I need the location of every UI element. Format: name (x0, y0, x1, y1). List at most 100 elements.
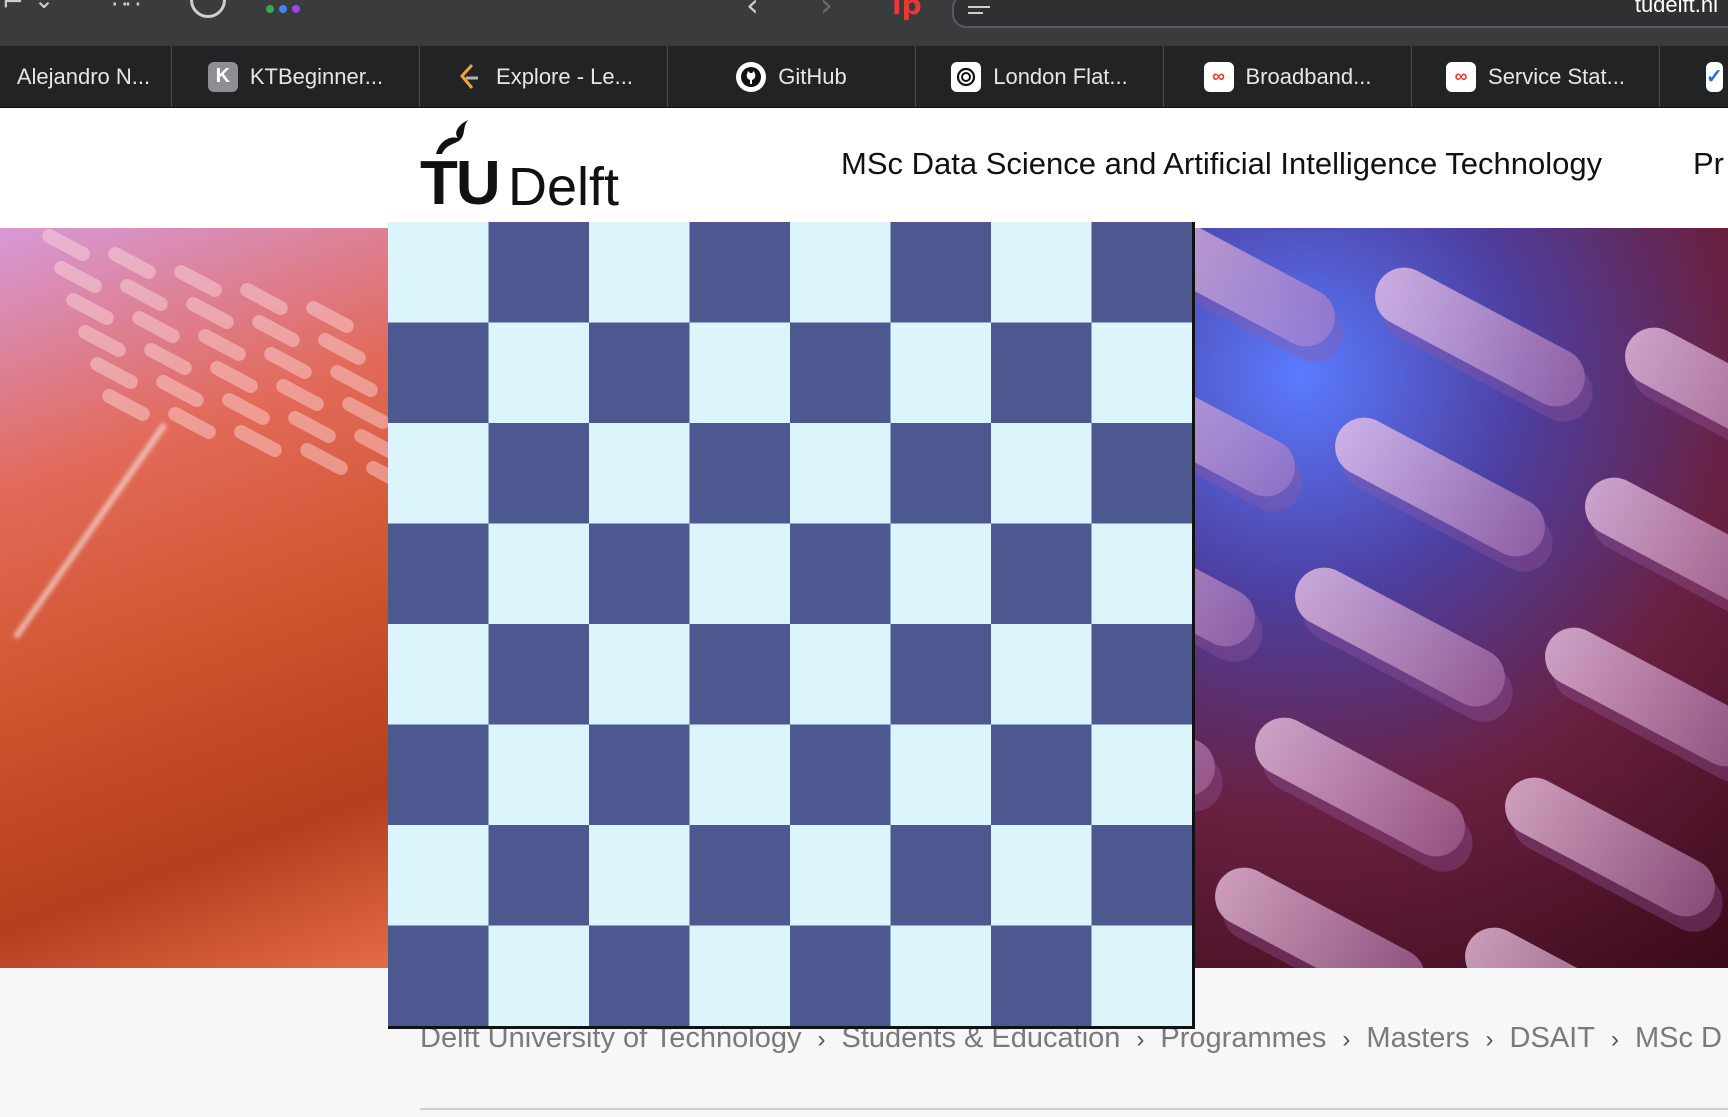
github-icon (736, 61, 767, 92)
menu-lines-icon[interactable] (968, 6, 990, 18)
board-square[interactable] (991, 322, 1092, 424)
bookmark-label: Alejandro N... (16, 63, 151, 89)
bookmark-service-status[interactable]: ∞ Service Stat... (1412, 46, 1660, 107)
bookmark-explore[interactable]: Explore - Le... (420, 46, 668, 107)
board-square[interactable] (388, 925, 489, 1027)
chevron-right-icon: › (1485, 1026, 1494, 1053)
board-square[interactable] (488, 423, 590, 524)
address-bar[interactable]: tudelft.nl (952, 0, 1728, 28)
board-square[interactable] (790, 724, 891, 826)
light-streak (12, 422, 168, 640)
k-icon: K (207, 61, 238, 92)
board-square[interactable] (689, 523, 791, 625)
pattern-bar (1284, 557, 1516, 717)
board-square[interactable] (1091, 523, 1193, 625)
board-square[interactable] (689, 222, 791, 323)
apps-grid-icon[interactable]: ∷∷ (112, 0, 141, 14)
bookmark-ktbeginner[interactable]: K KTBeginner... (172, 46, 420, 107)
board-square[interactable] (388, 322, 489, 424)
bookmark-broadband[interactable]: ∞ Broadband... (1164, 46, 1412, 107)
pattern-bar (1195, 347, 1306, 507)
bookmark-alejandro[interactable]: Alejandro N... (0, 46, 172, 107)
bookmark-overflow[interactable]: ✓ (1660, 46, 1728, 107)
board-square[interactable] (790, 423, 891, 524)
board-square[interactable] (991, 825, 1092, 926)
board-square[interactable] (689, 825, 791, 926)
board-square[interactable] (890, 523, 992, 625)
board-square[interactable] (1091, 222, 1193, 323)
bookmark-label: London Flat... (993, 63, 1128, 89)
pattern-dot (273, 376, 327, 414)
chevron-right-icon: › (1136, 1026, 1145, 1053)
board-square[interactable] (388, 724, 489, 826)
board-square[interactable] (689, 624, 791, 725)
board-square[interactable] (1091, 624, 1193, 725)
programme-title-link[interactable]: MSc Data Science and Artificial Intellig… (841, 146, 1602, 182)
board-square[interactable] (890, 724, 992, 826)
bookmark-github[interactable]: GitHub (668, 46, 916, 107)
board-square[interactable] (790, 925, 891, 1027)
board-square[interactable] (790, 222, 891, 323)
board-square[interactable] (388, 523, 489, 625)
breadcrumb-item[interactable]: DSAIT (1510, 1022, 1595, 1054)
board-square[interactable] (1091, 322, 1193, 424)
board-square[interactable] (388, 222, 489, 323)
board-square[interactable] (890, 624, 992, 725)
board-square[interactable] (388, 624, 489, 725)
board-square[interactable] (488, 222, 590, 323)
board-square[interactable] (589, 925, 690, 1027)
logo-delft: Delft (508, 157, 620, 217)
board-square[interactable] (589, 222, 690, 323)
board-square[interactable] (1091, 825, 1193, 926)
extension-icon[interactable]: ip (892, 0, 922, 21)
board-square[interactable] (1091, 925, 1193, 1027)
board-square[interactable] (589, 523, 690, 625)
chevron-right-icon: › (1610, 1026, 1619, 1053)
board-square[interactable] (589, 624, 690, 725)
board-square[interactable] (388, 423, 489, 524)
board-square[interactable] (890, 222, 992, 323)
board-square[interactable] (488, 322, 590, 424)
chevron-down-icon[interactable]: ⌄ (34, 0, 54, 14)
back-arrow-icon[interactable]: ‹ (746, 0, 759, 24)
forward-arrow-icon[interactable]: › (820, 0, 833, 24)
board-square[interactable] (589, 825, 690, 926)
chessboard[interactable] (388, 222, 1195, 1029)
board-square[interactable] (589, 322, 690, 424)
board-square[interactable] (488, 724, 590, 826)
board-square[interactable] (790, 322, 891, 424)
nav-item-truncated[interactable]: Pr (1693, 146, 1724, 182)
board-square[interactable] (689, 925, 791, 1027)
board-square[interactable] (890, 925, 992, 1027)
board-square[interactable] (689, 724, 791, 826)
board-square[interactable] (991, 222, 1092, 323)
board-square[interactable] (991, 925, 1092, 1027)
board-square[interactable] (488, 523, 590, 625)
board-square[interactable] (488, 624, 590, 725)
board-square[interactable] (790, 523, 891, 625)
board-square[interactable] (388, 825, 489, 926)
board-square[interactable] (890, 825, 992, 926)
board-square[interactable] (890, 423, 992, 524)
board-square[interactable] (991, 624, 1092, 725)
board-square[interactable] (689, 423, 791, 524)
circle-icon[interactable] (190, 0, 226, 18)
board-square[interactable] (790, 624, 891, 725)
board-square[interactable] (991, 423, 1092, 524)
board-square[interactable] (589, 724, 690, 826)
breadcrumb-item[interactable]: Masters (1366, 1022, 1469, 1054)
board-square[interactable] (488, 825, 590, 926)
board-square[interactable] (589, 423, 690, 524)
board-square[interactable] (991, 523, 1092, 625)
sidebar-toggle-icon[interactable]: ⌐ (2, 0, 24, 18)
bookmark-london-flat[interactable]: London Flat... (916, 46, 1164, 107)
board-square[interactable] (1091, 423, 1193, 524)
pattern-dot (195, 326, 249, 364)
board-square[interactable] (689, 322, 791, 424)
board-square[interactable] (890, 322, 992, 424)
board-square[interactable] (991, 724, 1092, 826)
board-square[interactable] (790, 825, 891, 926)
color-dots-icon[interactable] (264, 0, 304, 22)
board-square[interactable] (1091, 724, 1193, 826)
board-square[interactable] (488, 925, 590, 1027)
